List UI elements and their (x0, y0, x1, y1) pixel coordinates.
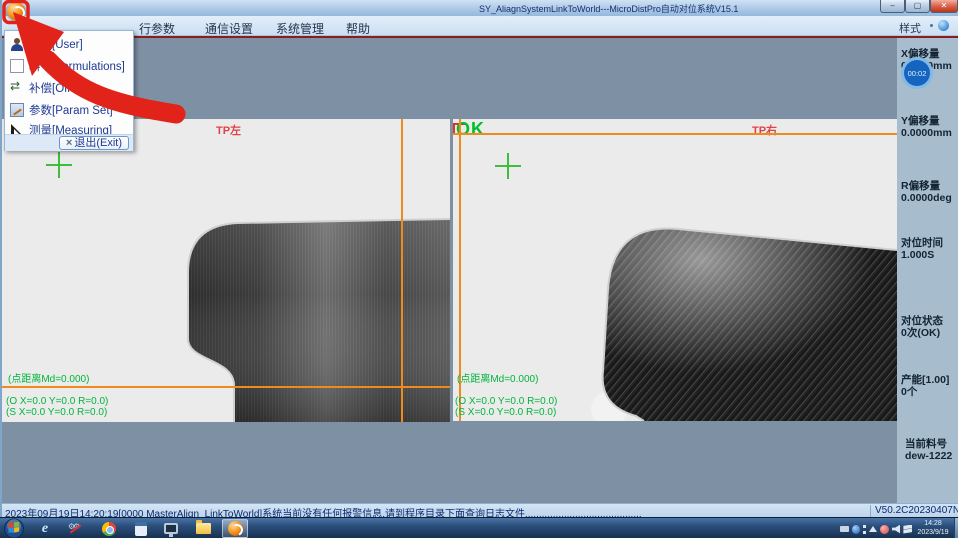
app-dropdown-menu: 用户[User] 料号[Formulations] 补偿[Offset] 参数[… (4, 30, 134, 151)
app-logo-icon[interactable] (7, 2, 25, 20)
metric-value: 0.0000mm (901, 127, 958, 139)
camera-view-right: OK TP右 (点距离Md=0.000) (O X=0.0 Y=0.0 R=0.… (453, 119, 897, 421)
metric-value: 1.000S (901, 249, 958, 261)
menu-option-label: 料号[Formulations] (29, 58, 125, 74)
param-icon (10, 103, 24, 117)
offset-o-readout-left: (O X=0.0 Y=0.0 R=0.0) (6, 396, 108, 407)
taskbar-calculator-icon[interactable] (128, 519, 154, 538)
taskbar: e 14:28 2023/9/19 (0, 517, 958, 538)
close-x-icon: × (66, 137, 72, 149)
distance-readout-left: (点距离Md=0.000) (8, 370, 89, 385)
formulations-icon (10, 59, 24, 73)
metric-current-part: 当前料号 dew-1222 (905, 438, 958, 462)
metric-label: 对位时间 (901, 237, 958, 249)
menu-option-label: 参数[Param Set] (29, 102, 113, 118)
app-window: SY_AliagnSystemLinkToWorld---MicroDistPr… (0, 0, 958, 517)
taskbar-ie-icon[interactable]: e (32, 519, 58, 538)
metric-r-offset: R偏移量 0.0000deg (901, 180, 958, 204)
metric-value: dew-1222 (905, 450, 958, 462)
offset-s-readout-left: (S X=0.0 Y=0.0 R=0.0) (6, 407, 107, 418)
style-separator-dot (930, 24, 933, 27)
status-bar: 2023年09月19日14:20:19[0000 MasterAlign_Lin… (2, 503, 958, 517)
metric-capacity: 产能[1.00] 0个 (901, 374, 958, 398)
taskbar-network-disconnected-icon[interactable] (62, 519, 88, 538)
tray-alert-icon[interactable] (880, 525, 889, 534)
menu-option-formulations[interactable]: 料号[Formulations] (5, 55, 133, 77)
taskbar-clock[interactable]: 14:28 2023/9/19 (912, 519, 954, 537)
tray-show-hidden-icon[interactable] (869, 526, 877, 532)
clock-date: 2023/9/19 (912, 528, 954, 537)
align-line-horizontal-right (453, 133, 897, 135)
taskbar-explorer-icon[interactable] (190, 519, 216, 538)
offset-s-readout-right: (S X=0.0 Y=0.0 R=0.0) (455, 407, 556, 418)
metric-y-offset: Y偏移量 0.0000mm (901, 115, 958, 139)
offset-o-readout-right: (O X=0.0 Y=0.0 R=0.0) (455, 396, 557, 407)
tray-volume-icon[interactable] (892, 525, 901, 534)
taskbar-computer-icon[interactable] (158, 519, 184, 538)
menu-option-label: 补偿[Offset] (29, 80, 89, 96)
metric-value: 0.0000deg (901, 192, 958, 204)
clock-time: 14:28 (912, 519, 954, 528)
tray-dots-icon[interactable] (863, 525, 866, 534)
title-bar: SY_AliagnSystemLinkToWorld---MicroDistPr… (2, 0, 958, 16)
metric-label: Y偏移量 (901, 115, 958, 127)
system-tray (840, 521, 912, 537)
minimize-button[interactable]: – (880, 0, 905, 13)
metric-value: 0个 (901, 386, 958, 398)
crosshair-right (495, 153, 521, 179)
taskbar-app-active-icon[interactable] (222, 519, 248, 538)
camera-view-left: TP左 (点距离Md=0.000) (O X=0.0 Y=0.0 R=0.0) … (2, 119, 450, 422)
metrics-sidebar: X偏移量 0.0000mm 00:02 Y偏移量 0.0000mm R偏移量 0… (897, 38, 958, 503)
taskbar-chrome-icon[interactable] (96, 519, 122, 538)
metric-label: R偏移量 (901, 180, 958, 192)
menu-option-param-set[interactable]: 参数[Param Set] (5, 99, 133, 121)
menu-option-label: 用户[User] (29, 36, 83, 52)
align-line-vertical-left (401, 119, 403, 422)
screen: SY_AliagnSystemLinkToWorld---MicroDistPr… (0, 0, 958, 538)
metric-align-status: 对位状态 0次(OK) (901, 315, 958, 339)
tray-update-icon[interactable] (852, 525, 861, 534)
exit-label: 退出(Exit) (74, 137, 122, 149)
style-selector[interactable]: 样式 (899, 20, 921, 36)
metric-align-time: 对位时间 1.000S (901, 237, 958, 261)
distance-readout-right: (点距离Md=0.000) (457, 370, 538, 385)
align-line-horizontal-left (2, 386, 450, 388)
metric-label: 产能[1.00] (901, 374, 958, 386)
metric-label: 当前料号 (905, 438, 958, 450)
metric-label: 对位状态 (901, 315, 958, 327)
offset-icon (10, 81, 24, 95)
status-divider (870, 505, 871, 517)
show-desktop-button[interactable] (954, 518, 958, 538)
exit-button[interactable]: ×退出(Exit) (59, 136, 129, 150)
start-button[interactable] (3, 518, 25, 538)
tray-network-icon[interactable] (903, 525, 912, 534)
help-orb-icon[interactable] (938, 20, 949, 31)
menu-option-offset[interactable]: 补偿[Offset] (5, 77, 133, 99)
maximize-button[interactable]: ▢ (905, 0, 930, 13)
menu-option-user[interactable]: 用户[User] (5, 33, 133, 55)
menu-bar: 行参数 通信设置 系统管理 帮助 样式 (2, 16, 958, 36)
tray-briefcase-icon[interactable] (840, 526, 849, 532)
crosshair-left (46, 152, 72, 178)
close-button[interactable]: ✕ (930, 0, 958, 13)
window-title: SY_AliagnSystemLinkToWorld---MicroDistPr… (479, 2, 738, 15)
version-text: V50.2C20230407N (875, 505, 958, 516)
client-area: TP左 (点距离Md=0.000) (O X=0.0 Y=0.0 R=0.0) … (2, 38, 958, 503)
metric-value: 0次(OK) (901, 327, 958, 339)
view-label-right: TP右 (752, 122, 777, 138)
user-icon (10, 37, 24, 51)
recording-timer-badge: 00:02 (901, 57, 933, 89)
view-label-left: TP左 (216, 122, 241, 138)
